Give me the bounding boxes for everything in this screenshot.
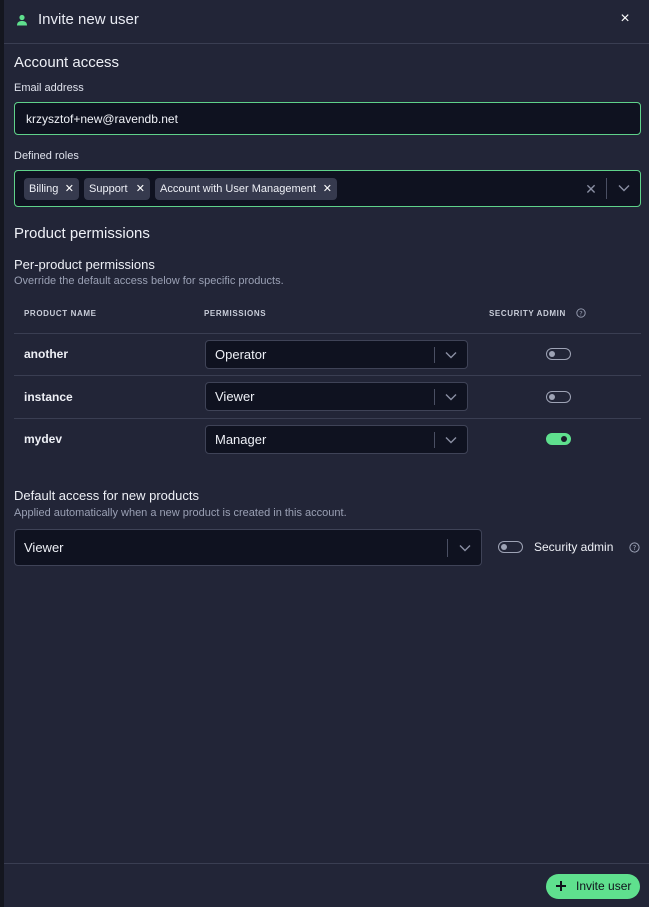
toggle-knob [549,393,555,400]
security-admin-toggle[interactable] [546,348,571,360]
role-chip-label: Support [89,183,128,195]
row-divider [14,375,641,376]
security-admin-label: Security admin [534,540,614,554]
plus-icon [556,881,566,891]
permission-select[interactable]: Operator [205,340,468,369]
svg-text:?: ? [579,309,582,317]
panel-header: Invite new user × [4,0,649,44]
product-name: instance [24,390,73,404]
clear-roles-icon[interactable]: ✕ [584,179,598,199]
default-access-heading: Default access for new products [14,488,199,503]
invite-user-button[interactable]: Invite user [546,874,640,899]
panel-footer: Invite user [4,863,649,907]
security-admin-toggle[interactable] [546,391,571,403]
email-label: Email address [14,82,84,94]
chevron-down-icon [459,545,471,552]
permission-value: Operator [215,347,267,362]
row-divider [14,333,641,334]
role-chip-label: Billing [29,183,59,195]
email-field[interactable]: krzysztof+new@ravendb.net [14,102,641,135]
row-divider [14,418,641,419]
chevron-down-icon [445,394,457,401]
invite-user-label: Invite user [576,879,632,893]
divider [606,178,607,199]
role-chip-billing: Billing ✕ [24,178,79,200]
toggle-knob [561,435,567,442]
remove-role-icon[interactable]: ✕ [323,178,332,200]
column-header-permissions: PERMISSIONS [204,309,267,318]
product-permissions-heading: Product permissions [14,225,150,242]
default-access-description: Applied automatically when a new product… [14,507,347,519]
divider [434,347,435,363]
permission-select[interactable]: Viewer [205,382,468,411]
remove-role-icon[interactable]: ✕ [65,178,74,200]
default-security-admin-toggle[interactable] [498,541,523,553]
product-name: mydev [24,432,63,446]
divider [434,432,435,448]
security-admin-toggle[interactable] [546,433,571,445]
column-header-product: PRODUCT NAME [24,309,97,318]
column-header-security-admin: SECURITY ADMIN [489,309,566,318]
role-chip-account-user-mgmt: Account with User Management ✕ [155,178,337,200]
close-icon[interactable]: × [616,9,634,29]
default-permission-value: Viewer [24,540,64,555]
toggle-knob [501,543,507,550]
svg-text:?: ? [633,543,637,552]
divider [434,389,435,405]
role-chip-label: Account with User Management [160,183,316,195]
divider [447,539,448,557]
product-name: another [24,347,69,361]
invite-user-panel: Invite new user × Account access Email a… [4,0,649,907]
help-circle-icon[interactable]: ? [576,308,586,318]
role-chip-support: Support ✕ [84,178,150,200]
per-product-heading: Per-product permissions [14,257,155,272]
chevron-down-icon [445,437,457,444]
toggle-knob [549,350,555,357]
panel-title: Invite new user [38,11,139,28]
remove-role-icon[interactable]: ✕ [136,178,145,200]
permission-value: Viewer [215,389,255,404]
roles-label: Defined roles [14,150,79,162]
default-permission-select[interactable]: Viewer [14,529,482,566]
roles-multiselect[interactable]: Billing ✕ Support ✕ Account with User Ma… [14,170,641,207]
help-circle-icon[interactable]: ? [629,542,640,553]
permission-select[interactable]: Manager [205,425,468,454]
permission-value: Manager [215,432,267,447]
user-icon [17,14,27,26]
per-product-description: Override the default access below for sp… [14,275,284,287]
chevron-down-icon [445,352,457,359]
account-access-heading: Account access [14,54,120,71]
chevron-down-icon[interactable] [617,181,631,195]
email-value: krzysztof+new@ravendb.net [26,112,178,126]
